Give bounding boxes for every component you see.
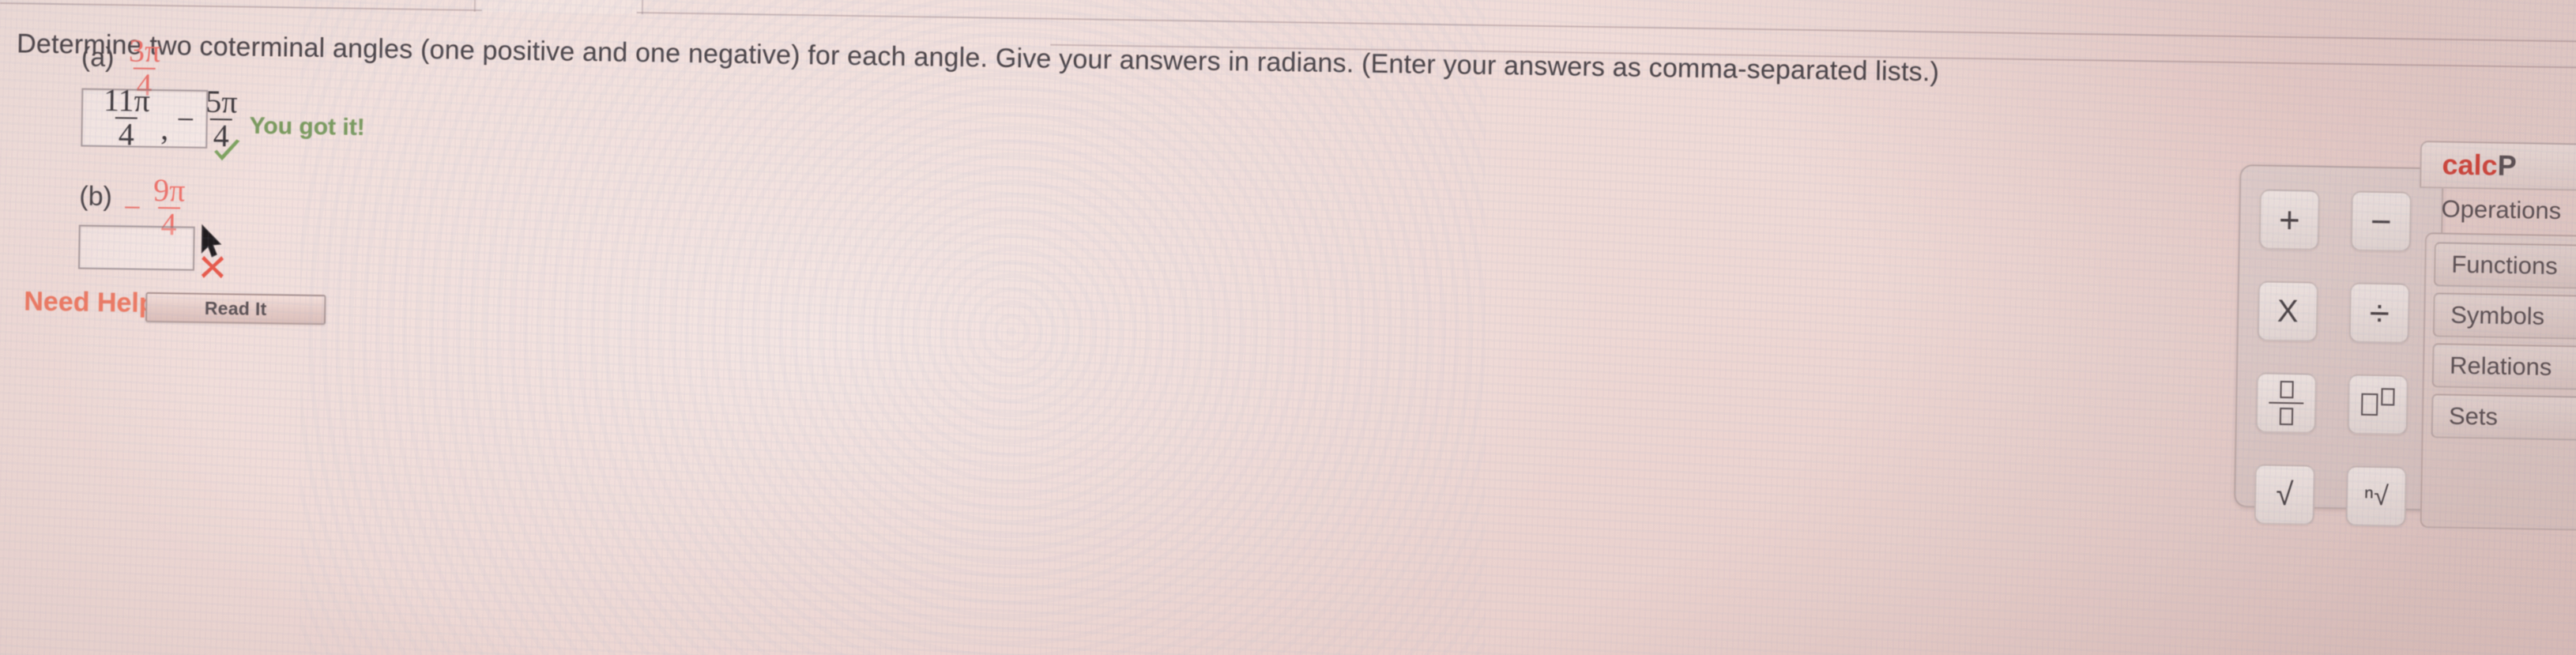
minus-icon: − [2370, 200, 2393, 243]
part-a-answer-first-denominator: 4 [115, 116, 138, 152]
fraction-bar [2269, 401, 2304, 405]
calcpad-key-nthroot[interactable]: ⁿ√ [2345, 465, 2407, 527]
calcpad-brand-suffix: P [2497, 149, 2518, 183]
exponent-base-box [2361, 393, 2378, 416]
calcpad-category-operations[interactable]: Operations [2428, 188, 2576, 233]
check-icon [213, 139, 242, 169]
part-a-numerator: 3π [128, 32, 161, 70]
exponent-power-box [2381, 388, 2395, 406]
part-b-answer-field[interactable] [77, 224, 195, 271]
calcpad-key-exponent[interactable] [2347, 374, 2408, 435]
fraction-denominator-box [2279, 408, 2293, 426]
part-b-angle-sign: − [122, 189, 142, 225]
plus-icon: + [2278, 198, 2301, 241]
calcpad-category-operations-label: Operations [2441, 194, 2562, 225]
calcpad-brand-tab[interactable]: calc P [2420, 140, 2576, 193]
screen-photo: Determine two coterminal angles (one pos… [0, 0, 2576, 655]
question-prompt: Determine two coterminal angles (one pos… [16, 28, 1940, 88]
part-a-answer-first-numerator: 11π [103, 82, 151, 119]
calcpad-category-sets[interactable]: Sets [2431, 393, 2576, 442]
read-it-button[interactable]: Read It [145, 292, 326, 326]
calcpad-category-relations-label: Relations [2449, 351, 2552, 381]
calcpad-brand-prefix: calc [2442, 148, 2499, 182]
calcpad-category-relations[interactable]: Relations [2431, 343, 2576, 392]
exponent-icon [2361, 388, 2395, 416]
part-a-answer-second-sign: − [176, 100, 195, 137]
part-a-answer-field[interactable]: 11π 4 , − 5π 4 [81, 82, 238, 153]
part-a-answer-second-numerator: 5π [205, 84, 238, 120]
sqrt-icon: √ [2275, 476, 2294, 513]
calcpad-category-sets-label: Sets [2448, 401, 2499, 431]
divider-top [0, 2, 482, 12]
mouse-pointer [200, 224, 224, 265]
top-panel-frame [473, 0, 644, 15]
divide-icon: ÷ [2369, 292, 2390, 334]
fraction-numerator-box [2279, 380, 2294, 398]
calcpad-key-fraction[interactable] [2255, 372, 2317, 434]
calcpad-key-minus[interactable]: − [2350, 190, 2412, 252]
calcpad-key-plus[interactable]: + [2258, 189, 2320, 250]
page-content: Determine two coterminal angles (one pos… [0, 0, 2576, 655]
calcpad-category-functions-label: Functions [2451, 250, 2559, 280]
calcpad-key-divide[interactable]: ÷ [2348, 282, 2410, 344]
part-a-answer-separator: , [160, 110, 169, 146]
part-a-feedback-text: You got it! [249, 112, 365, 141]
calcpad-category-functions[interactable]: Functions [2433, 242, 2576, 291]
nthroot-icon: ⁿ√ [2363, 480, 2390, 512]
part-b-label: (b) [79, 181, 113, 213]
calcpad-category-symbols-label: Symbols [2450, 300, 2545, 330]
part-a-label: (a) [81, 42, 115, 73]
part-b-numerator: 9π [153, 171, 186, 209]
calcpad-category-symbols[interactable]: Symbols [2432, 292, 2576, 341]
multiply-icon: X [2277, 293, 2299, 329]
part-a-answer-first: 11π 4 [100, 82, 153, 152]
divider-top-right [636, 11, 2576, 43]
calcpad-key-multiply[interactable]: X [2257, 280, 2318, 342]
fraction-icon [2269, 380, 2304, 426]
calcpad-key-sqrt[interactable]: √ [2254, 464, 2315, 525]
